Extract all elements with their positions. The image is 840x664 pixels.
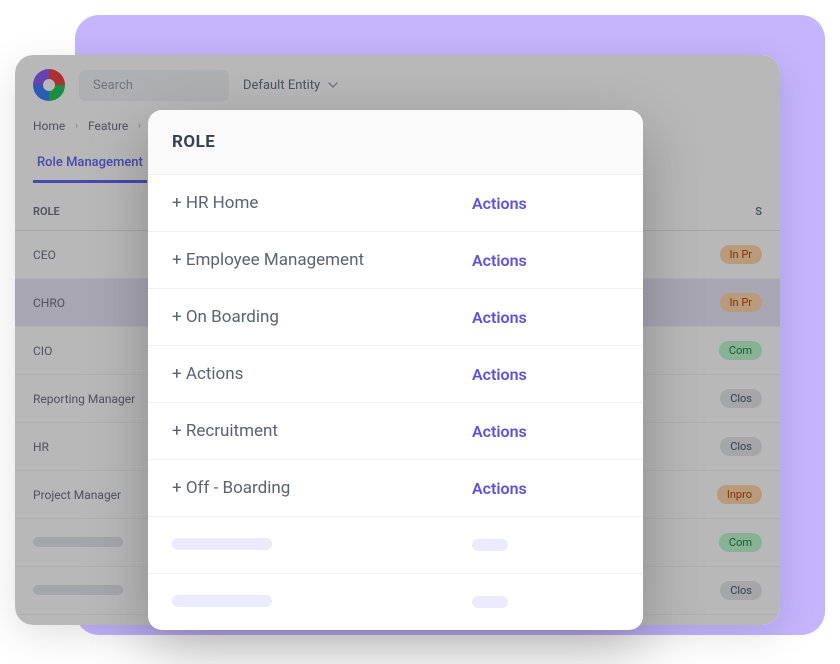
modal-row[interactable]: + Employee ManagementActions — [148, 232, 643, 289]
modal-row[interactable]: + On BoardingActions — [148, 289, 643, 346]
modal-row-skeleton — [148, 517, 643, 574]
modal-row[interactable]: + Off - BoardingActions — [148, 460, 643, 517]
modal-row[interactable]: + RecruitmentActions — [148, 403, 643, 460]
actions-link[interactable]: Actions — [472, 194, 527, 213]
skeleton-placeholder — [472, 596, 508, 608]
skeleton-placeholder — [172, 595, 272, 607]
modal-item-label: + Employee Management — [172, 250, 472, 270]
modal-item-label: + Actions — [172, 364, 472, 384]
actions-link[interactable]: Actions — [472, 422, 527, 441]
skeleton-placeholder — [172, 538, 272, 550]
modal-row-skeleton — [148, 574, 643, 630]
modal-title: ROLE — [148, 110, 643, 175]
actions-link[interactable]: Actions — [472, 308, 527, 327]
modal-row[interactable]: + HR HomeActions — [148, 175, 643, 232]
modal-item-label: + On Boarding — [172, 307, 472, 327]
modal-item-label: + Recruitment — [172, 421, 472, 441]
actions-link[interactable]: Actions — [472, 365, 527, 384]
actions-link[interactable]: Actions — [472, 251, 527, 270]
role-modal: ROLE + HR HomeActions+ Employee Manageme… — [148, 110, 643, 630]
modal-row[interactable]: + ActionsActions — [148, 346, 643, 403]
actions-link[interactable]: Actions — [472, 479, 527, 498]
skeleton-placeholder — [472, 539, 508, 551]
modal-item-label: + HR Home — [172, 193, 472, 213]
modal-item-label: + Off - Boarding — [172, 478, 472, 498]
